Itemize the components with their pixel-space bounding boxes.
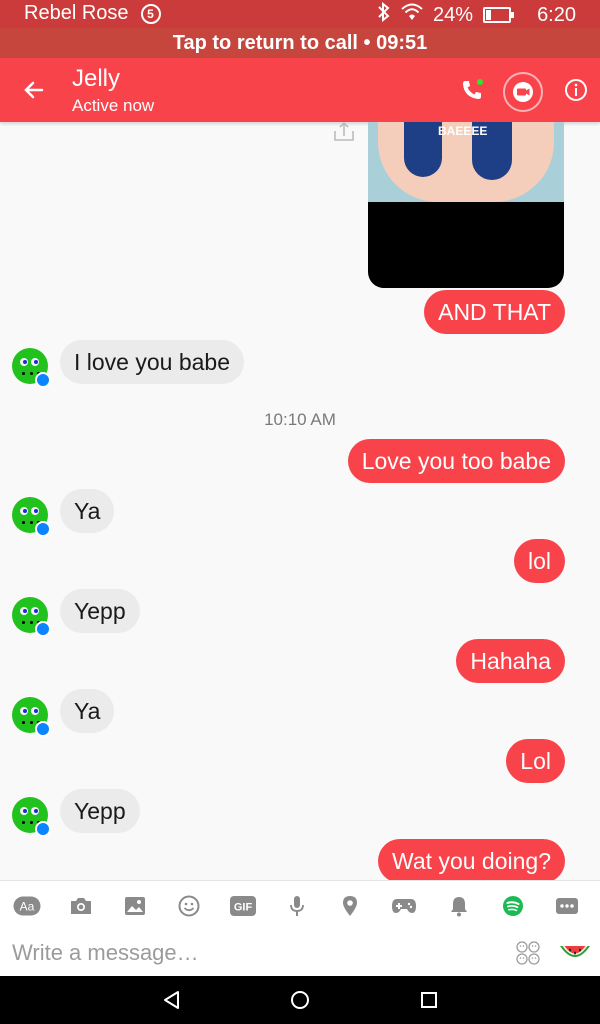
gif-label: GIF [234, 902, 253, 914]
location-icon[interactable] [337, 893, 363, 919]
share-icon[interactable] [332, 122, 356, 147]
return-to-call-bar[interactable]: Tap to return to call • 09:51 [0, 28, 600, 58]
gallery-icon[interactable] [122, 893, 148, 919]
more-icon[interactable] [554, 893, 580, 919]
recents-nav-icon[interactable] [417, 988, 441, 1012]
outgoing-message[interactable]: Lol [506, 739, 565, 783]
outgoing-message[interactable]: AND THAT [424, 290, 565, 334]
messenger-badge-icon [35, 372, 51, 388]
status-bar: Rebel Rose 5 24% 6:20 [0, 0, 600, 28]
emoji-icon[interactable] [176, 893, 202, 919]
outgoing-message[interactable]: Love you too babe [347, 439, 565, 483]
video-call-icon[interactable] [503, 72, 543, 112]
bluetooth-icon [377, 1, 391, 28]
incoming-message[interactable]: Ya [60, 489, 115, 533]
incoming-message[interactable]: Yepp [60, 589, 140, 633]
outgoing-message[interactable]: Wat you doing? [378, 839, 565, 880]
sticker-icon[interactable] [515, 940, 541, 971]
carrier-name: Rebel Rose [24, 2, 129, 24]
photo-message[interactable]: BAEEEE [368, 122, 564, 288]
system-navigation-bar [0, 976, 600, 1024]
incoming-message[interactable]: Yepp [60, 789, 140, 833]
outgoing-message[interactable]: lol [513, 539, 565, 583]
message-input[interactable] [0, 928, 514, 978]
contact-name[interactable]: Jelly [72, 65, 120, 93]
gif-icon[interactable]: GIF [229, 893, 257, 919]
incoming-message[interactable]: Ya [60, 689, 115, 733]
messenger-badge-icon [35, 521, 51, 537]
message-timestamp: 10:10 AM [264, 410, 336, 429]
composer-row [0, 928, 600, 978]
photo-caption: BAEEEE [438, 124, 488, 138]
voice-call-icon[interactable] [452, 70, 492, 110]
wifi-icon [401, 3, 423, 27]
text-format-label: Aa [20, 900, 35, 914]
message-thread[interactable]: BAEEEE AND THAT I love you babe 10:10 AM… [0, 122, 600, 880]
battery-percent: 24% [433, 3, 474, 26]
info-icon[interactable] [556, 70, 596, 110]
composer-toolbar: Aa GIF [0, 880, 600, 929]
messenger-badge-icon [35, 621, 51, 637]
messenger-badge-icon [35, 721, 51, 737]
battery-icon [483, 7, 515, 23]
watermelon-emoji-icon[interactable] [558, 938, 592, 971]
back-arrow-icon[interactable] [18, 74, 50, 106]
clock: 6:20 [537, 3, 576, 26]
notification-count-badge: 5 [140, 3, 161, 24]
camera-icon[interactable] [68, 893, 94, 919]
bell-icon[interactable] [446, 893, 472, 919]
back-nav-icon[interactable] [160, 988, 184, 1012]
active-status: Active now [72, 96, 155, 115]
outgoing-message[interactable]: Hahaha [456, 639, 565, 683]
microphone-icon[interactable] [284, 893, 310, 919]
game-controller-icon[interactable] [391, 893, 417, 919]
home-nav-icon[interactable] [288, 988, 312, 1012]
text-format-icon[interactable]: Aa [13, 893, 41, 919]
conversation-header: Jelly Active now [0, 58, 600, 122]
messenger-badge-icon [35, 821, 51, 837]
spotify-icon[interactable] [500, 893, 526, 919]
incoming-message[interactable]: I love you babe [60, 340, 245, 384]
